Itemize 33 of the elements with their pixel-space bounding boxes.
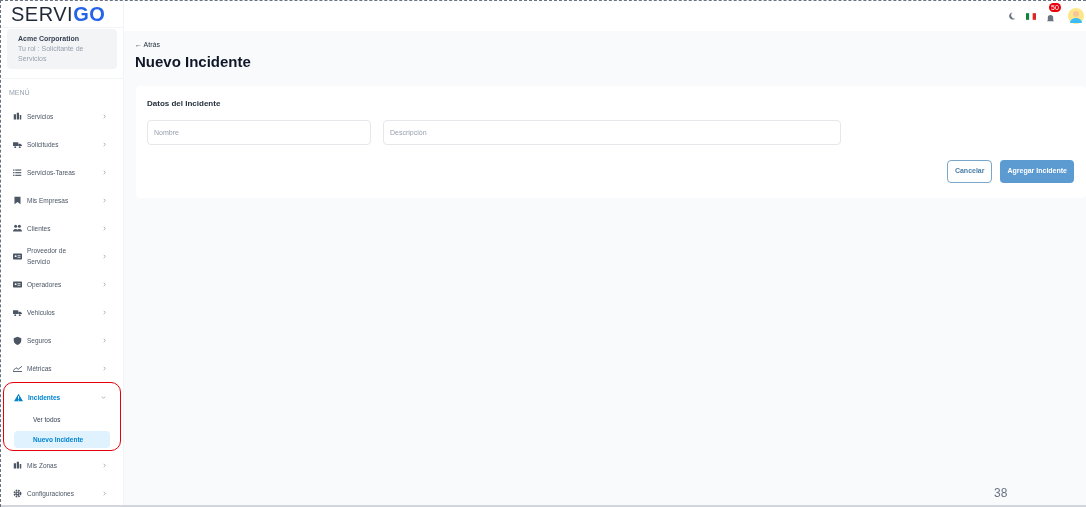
logo: SERVIGO — [11, 4, 106, 25]
chevron-down-icon — [101, 394, 106, 400]
building-icon — [13, 460, 22, 470]
truck-icon — [13, 307, 22, 317]
page-title: Nuevo Incidente — [135, 54, 251, 69]
chevron-right-icon — [102, 337, 107, 343]
list-icon — [13, 167, 22, 177]
chevron-right-icon — [102, 253, 107, 259]
chevron-right-icon — [102, 365, 107, 371]
chevron-right-icon — [102, 490, 107, 496]
gear-icon — [13, 488, 22, 498]
users-icon — [13, 223, 22, 233]
truck-icon — [13, 139, 22, 149]
shield-icon — [13, 335, 22, 345]
chevron-right-icon — [102, 309, 107, 315]
moon-icon[interactable] — [1007, 11, 1016, 21]
chevron-right-icon — [102, 225, 107, 231]
chevron-right-icon — [102, 281, 107, 287]
bookmark-icon — [13, 195, 22, 205]
id-card-icon — [13, 251, 22, 261]
flag-icon[interactable] — [1026, 12, 1036, 20]
chevron-right-icon — [102, 141, 107, 147]
line-chart-icon — [13, 363, 22, 373]
chevron-right-icon — [102, 462, 107, 468]
id-card-icon — [13, 279, 22, 289]
bell-icon[interactable] — [1046, 14, 1055, 23]
warning-icon — [14, 392, 23, 402]
chevron-right-icon — [102, 113, 107, 119]
page-number: 38 — [994, 487, 1008, 499]
chevron-right-icon — [102, 169, 107, 175]
chevron-right-icon — [102, 197, 107, 203]
building-icon — [13, 111, 22, 121]
form-title: Datos del Incidente — [147, 100, 221, 108]
